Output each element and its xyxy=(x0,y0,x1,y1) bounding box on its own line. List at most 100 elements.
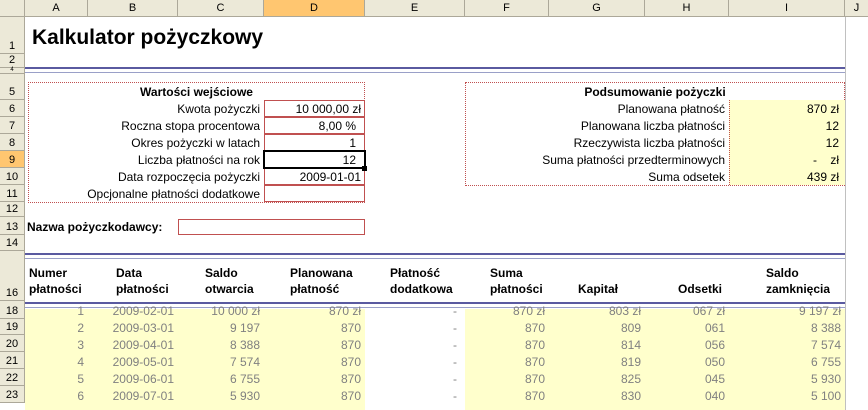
column-header-c[interactable]: C xyxy=(178,0,264,17)
cell-total-payment[interactable]: 870 zł xyxy=(465,305,549,318)
row-header-8[interactable]: 8 xyxy=(0,134,25,151)
row-header-21[interactable]: 21 xyxy=(0,352,25,369)
cell-scheduled-payment[interactable]: 870 xyxy=(264,339,365,352)
column-header-d[interactable]: D xyxy=(264,0,365,17)
cell-scheduled-payment[interactable]: 870 xyxy=(264,390,365,403)
row-header-19[interactable]: 19 xyxy=(0,319,25,335)
cell-closing-balance[interactable]: 5 100 xyxy=(729,390,845,403)
cell-scheduled-payment[interactable]: 870 xyxy=(264,322,365,335)
row-header-2[interactable]: 2 xyxy=(0,54,25,68)
row-header-10[interactable]: 10 xyxy=(0,168,25,185)
cell-closing-balance[interactable]: 5 930 xyxy=(729,373,845,386)
cell-payment-no[interactable]: 1 xyxy=(25,305,88,318)
fill-handle[interactable] xyxy=(362,166,367,171)
row-header-22[interactable]: 22 xyxy=(0,369,25,386)
cell-extra-payment[interactable]: - xyxy=(365,322,465,335)
cell-total-payment[interactable]: 870 xyxy=(465,390,549,403)
cell-payment-date[interactable]: 2009-07-01 xyxy=(88,390,178,403)
cell-total-payment[interactable]: 870 xyxy=(465,322,549,335)
column-header-g[interactable]: G xyxy=(549,0,645,17)
column-header-i[interactable]: I xyxy=(729,0,845,17)
row-header-23[interactable]: 23 xyxy=(0,386,25,403)
column-header-f[interactable]: F xyxy=(465,0,549,17)
cell-payment-no[interactable]: 2 xyxy=(25,322,88,335)
cell-closing-balance[interactable]: 8 388 xyxy=(729,322,845,335)
cell-payment-no[interactable]: 4 xyxy=(25,356,88,369)
cell-principal[interactable]: 803 zł xyxy=(549,305,645,318)
column-header-a[interactable]: A xyxy=(25,0,88,17)
cell-principal[interactable]: 825 xyxy=(549,373,645,386)
row-header-16[interactable]: 16 xyxy=(0,251,25,301)
active-cell-selection[interactable] xyxy=(263,150,366,169)
cell-total-payment[interactable]: 870 xyxy=(465,339,549,352)
cell-closing-balance[interactable]: 7 574 xyxy=(729,339,845,352)
cell-extra-payment[interactable]: - xyxy=(365,356,465,369)
input-cell-annual-rate[interactable]: 8,00 % xyxy=(264,117,365,134)
input-cell-extra-payments[interactable] xyxy=(264,185,365,202)
cell-opening-balance[interactable]: 6 755 xyxy=(178,373,264,386)
row-header-12[interactable]: 12 xyxy=(0,202,25,217)
summary-value-total-interest[interactable]: 439 zł xyxy=(729,171,839,184)
cell-interest[interactable]: 045 xyxy=(645,373,729,386)
cell-principal[interactable]: 809 xyxy=(549,322,645,335)
cell-principal[interactable]: 819 xyxy=(549,356,645,369)
cell-total-payment[interactable]: 870 xyxy=(465,373,549,386)
input-cell-loan-years[interactable]: 1 xyxy=(264,134,365,151)
cell-opening-balance[interactable]: 5 930 xyxy=(178,390,264,403)
summary-value-scheduled-count[interactable]: 12 xyxy=(729,120,839,133)
row-header-20[interactable]: 20 xyxy=(0,335,25,352)
cell-interest[interactable]: 056 xyxy=(645,339,729,352)
cell-principal[interactable]: 814 xyxy=(549,339,645,352)
cell-interest[interactable]: 050 xyxy=(645,356,729,369)
cell-extra-payment[interactable]: - xyxy=(365,339,465,352)
cell-extra-payment[interactable]: - xyxy=(365,390,465,403)
select-all-corner[interactable] xyxy=(0,0,25,17)
input-value-start-date: 2009-01-01 xyxy=(299,171,361,184)
summary-value-actual-count[interactable]: 12 xyxy=(729,137,839,150)
column-header-b[interactable]: B xyxy=(88,0,178,17)
cell-payment-date[interactable]: 2009-04-01 xyxy=(88,339,178,352)
cell-payment-date[interactable]: 2009-02-01 xyxy=(88,305,178,318)
row-header-6[interactable]: 6 xyxy=(0,100,25,117)
page-title[interactable]: Kalkulator pożyczkowy xyxy=(32,26,263,50)
cell-opening-balance[interactable]: 9 197 xyxy=(178,322,264,335)
lender-input[interactable] xyxy=(178,219,365,235)
input-cell-start-date[interactable]: 2009-01-01 xyxy=(264,168,365,185)
row-header-13[interactable]: 13 xyxy=(0,217,25,235)
cell-opening-balance[interactable]: 7 574 xyxy=(178,356,264,369)
row-header-18[interactable]: 18 xyxy=(0,301,25,319)
cell-opening-balance[interactable]: 8 388 xyxy=(178,339,264,352)
column-header-e[interactable]: E xyxy=(365,0,465,17)
cell-extra-payment[interactable]: - xyxy=(365,373,465,386)
cell-interest[interactable]: 067 zł xyxy=(645,305,729,318)
cell-scheduled-payment[interactable]: 870 zł xyxy=(264,305,365,318)
cell-scheduled-payment[interactable]: 870 xyxy=(264,373,365,386)
input-cell-loan-amount[interactable]: 10 000,00 zł xyxy=(264,100,365,117)
cell-payment-date[interactable]: 2009-03-01 xyxy=(88,322,178,335)
row-header-14[interactable]: 14 xyxy=(0,235,25,251)
cell-closing-balance[interactable]: 9 197 zł xyxy=(729,305,845,318)
cell-interest[interactable]: 061 xyxy=(645,322,729,335)
cell-extra-payment[interactable]: - xyxy=(365,305,465,318)
row-header-11[interactable]: 11 xyxy=(0,185,25,202)
row-header-7[interactable]: 7 xyxy=(0,117,25,134)
cell-principal[interactable]: 830 xyxy=(549,390,645,403)
cell-closing-balance[interactable]: 6 755 xyxy=(729,356,845,369)
cell-interest[interactable]: 040 xyxy=(645,390,729,403)
summary-value-scheduled-payment[interactable]: 870 zł xyxy=(729,103,839,116)
row-header-9[interactable]: 9 xyxy=(0,151,25,168)
row-header-5[interactable]: 5 xyxy=(0,74,25,100)
cell-total-payment[interactable]: 870 xyxy=(465,356,549,369)
cell-payment-no[interactable]: 3 xyxy=(25,339,88,352)
cell-payment-no[interactable]: 6 xyxy=(25,390,88,403)
spreadsheet[interactable]: A B C D E F G H I J 1 2 4 5 6 7 8 9 10 1… xyxy=(0,0,868,410)
column-header-h[interactable]: H xyxy=(645,0,729,17)
cell-payment-date[interactable]: 2009-05-01 xyxy=(88,356,178,369)
row-header-1[interactable]: 1 xyxy=(0,17,25,54)
column-header-j[interactable]: J xyxy=(845,0,868,17)
summary-value-early-payments[interactable]: - zł xyxy=(729,154,839,167)
cell-scheduled-payment[interactable]: 870 xyxy=(264,356,365,369)
cell-payment-date[interactable]: 2009-06-01 xyxy=(88,373,178,386)
cell-opening-balance[interactable]: 10 000 zł xyxy=(178,305,264,318)
cell-payment-no[interactable]: 5 xyxy=(25,373,88,386)
